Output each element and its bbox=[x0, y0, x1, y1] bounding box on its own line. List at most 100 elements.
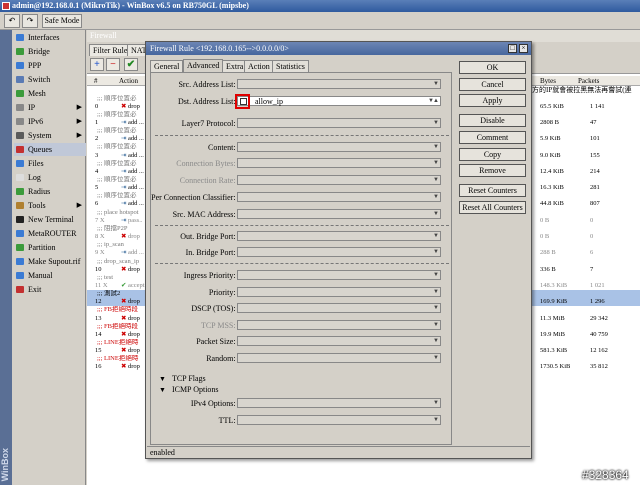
rule-action: drop bbox=[128, 363, 140, 371]
disable-button[interactable]: Disable bbox=[459, 114, 526, 127]
expand-triangle-icon[interactable]: ▼ bbox=[159, 386, 166, 394]
priority-field[interactable]: ▼ bbox=[237, 287, 441, 297]
dropdown-arrow-icon[interactable]: ▼ bbox=[433, 120, 439, 127]
ipv4-options-field[interactable]: ▼ bbox=[237, 398, 441, 408]
dropdown-arrow-icon[interactable]: ▼ bbox=[433, 417, 439, 424]
sidebar-item-partition[interactable]: Partition bbox=[14, 241, 86, 254]
sidebar-item-make-supout-rif[interactable]: Make Supout.rif bbox=[14, 255, 86, 268]
dropdown-arrow-icon[interactable]: ▼ bbox=[433, 249, 439, 256]
dropdown-arrow-icon[interactable]: ▼ bbox=[433, 233, 439, 240]
cancel-button[interactable]: Cancel bbox=[459, 78, 526, 91]
icmp-options-label: ICMP Options bbox=[171, 385, 219, 394]
col-number[interactable]: # bbox=[94, 77, 98, 85]
reset-counters-button[interactable]: Reset Counters bbox=[459, 184, 526, 197]
dropdown-arrow-icon[interactable]: ▼ bbox=[433, 211, 439, 218]
in-bridge-port-field[interactable]: ▼ bbox=[237, 247, 441, 257]
ttl-row: TTL: ▼ bbox=[151, 415, 453, 426]
connection-bytes-field[interactable]: ▼ bbox=[237, 158, 441, 168]
ttl-field[interactable]: ▼ bbox=[237, 415, 441, 425]
rule-packets: 35 812 bbox=[590, 363, 608, 371]
layer7-field[interactable]: ▼ bbox=[237, 118, 441, 128]
out-bridge-port-field[interactable]: ▼ bbox=[237, 231, 441, 241]
collapse-arrow-icon[interactable]: ▲ bbox=[433, 98, 439, 105]
layer7-row: Layer7 Protocol: ▼ bbox=[151, 118, 453, 129]
sidebar-item-radius[interactable]: Radius bbox=[14, 185, 86, 198]
copy-button[interactable]: Copy bbox=[459, 148, 526, 161]
dropdown-arrow-icon[interactable]: ▼ bbox=[433, 322, 439, 329]
add-icon[interactable]: + bbox=[90, 58, 104, 71]
rule-comment: ;;; FB拒絕時段 bbox=[97, 306, 138, 314]
col-action[interactable]: Action bbox=[119, 77, 138, 85]
comment-button[interactable]: Comment bbox=[459, 131, 526, 144]
dst-address-list-field[interactable]: allow_ip ▼ ▲ bbox=[235, 94, 441, 109]
sidebar-item-files[interactable]: Files bbox=[14, 157, 86, 170]
enable-icon[interactable]: ✔ bbox=[124, 58, 138, 71]
close-icon[interactable]: × bbox=[519, 44, 528, 53]
rule-comment: ;;; drop_scan_ip bbox=[97, 257, 140, 265]
apply-button[interactable]: Apply bbox=[459, 94, 526, 107]
sidebar-item-ipv6[interactable]: IPv6 ▶ bbox=[14, 115, 86, 128]
dscp-row: DSCP (TOS): ▼ bbox=[151, 303, 453, 314]
sidebar-item-metarouter[interactable]: MetaROUTER bbox=[14, 227, 86, 240]
icmp-options-section[interactable]: ▼ ICMP Options bbox=[159, 384, 219, 396]
dropdown-arrow-icon[interactable]: ▼ bbox=[433, 81, 439, 88]
dropdown-arrow-icon[interactable]: ▼ bbox=[433, 177, 439, 184]
random-field[interactable]: ▼ bbox=[237, 353, 441, 363]
tab-advanced[interactable]: Advanced bbox=[183, 59, 224, 72]
ipv6-icon bbox=[16, 118, 24, 125]
dscp-field[interactable]: ▼ bbox=[237, 303, 441, 313]
tab-general[interactable]: General bbox=[150, 60, 184, 72]
sidebar-item-system[interactable]: System ▶ bbox=[14, 129, 86, 142]
tcp-mss-field[interactable]: ▼ bbox=[237, 320, 441, 330]
pcc-field[interactable]: ▼ bbox=[237, 192, 441, 202]
expand-triangle-icon[interactable]: ▼ bbox=[159, 375, 166, 383]
dropdown-arrow-icon[interactable]: ▼ bbox=[433, 160, 439, 167]
dropdown-arrow-icon[interactable]: ▼ bbox=[433, 144, 439, 151]
dropdown-arrow-icon[interactable]: ▼ bbox=[433, 289, 439, 296]
remove-icon[interactable]: − bbox=[106, 58, 120, 71]
rule-packets: 0 bbox=[590, 233, 594, 241]
reset-all-counters-button[interactable]: Reset All Counters bbox=[459, 201, 526, 214]
dropdown-arrow-icon[interactable]: ▼ bbox=[433, 272, 439, 279]
connection-rate-field[interactable]: ▼ bbox=[237, 175, 441, 185]
rule-packets: 0 bbox=[590, 216, 594, 224]
rule-number: 8 X bbox=[95, 233, 105, 241]
sidebar-item-exit[interactable]: Exit bbox=[14, 283, 86, 296]
rule-bytes: 0 B bbox=[540, 216, 550, 224]
sidebar-item-mesh[interactable]: Mesh bbox=[14, 87, 86, 100]
rule-packets: 1 021 bbox=[590, 282, 605, 289]
add-to-list-icon: ⇥ bbox=[121, 249, 127, 257]
tab-statistics[interactable]: Statistics bbox=[272, 60, 309, 72]
col-packets[interactable]: Packets bbox=[578, 77, 599, 85]
ingress-priority-field[interactable]: ▼ bbox=[237, 270, 441, 280]
sidebar-item-queues[interactable]: Queues bbox=[14, 143, 86, 156]
tab-action[interactable]: Action bbox=[244, 60, 274, 72]
sidebar-item-ppp[interactable]: PPP bbox=[14, 59, 86, 72]
safe-mode-button[interactable]: Safe Mode bbox=[42, 14, 82, 28]
sidebar-item-new-terminal[interactable]: New Terminal bbox=[14, 213, 86, 226]
src-address-list-field[interactable]: ▼ bbox=[237, 79, 441, 89]
restore-icon[interactable]: □ bbox=[508, 44, 517, 53]
ok-button[interactable]: OK bbox=[459, 61, 526, 74]
dropdown-arrow-icon[interactable]: ▼ bbox=[433, 305, 439, 312]
tcp-mss-row: TCP MSS: ▼ bbox=[151, 320, 453, 331]
sidebar-item-log[interactable]: Log bbox=[14, 171, 86, 184]
dropdown-arrow-icon[interactable]: ▼ bbox=[433, 400, 439, 407]
dropdown-arrow-icon[interactable]: ▼ bbox=[433, 355, 439, 362]
sidebar-item-tools[interactable]: Tools ▶ bbox=[14, 199, 86, 212]
sidebar-item-ip[interactable]: IP ▶ bbox=[14, 101, 86, 114]
sidebar-item-switch[interactable]: Switch bbox=[14, 73, 86, 86]
col-bytes[interactable]: Bytes bbox=[540, 77, 556, 85]
redo-icon[interactable]: ↷ bbox=[22, 14, 38, 28]
dropdown-arrow-icon[interactable]: ▼ bbox=[433, 338, 439, 345]
packet-size-field[interactable]: ▼ bbox=[237, 336, 441, 346]
sidebar-item-manual[interactable]: Manual bbox=[14, 269, 86, 282]
sidebar-item-bridge[interactable]: Bridge bbox=[14, 45, 86, 58]
sidebar-item-interfaces[interactable]: Interfaces bbox=[14, 31, 86, 44]
tcp-flags-label: TCP Flags bbox=[171, 374, 206, 383]
dropdown-arrow-icon[interactable]: ▼ bbox=[433, 194, 439, 201]
src-mac-field[interactable]: ▼ bbox=[237, 209, 441, 219]
remove-button[interactable]: Remove bbox=[459, 164, 526, 177]
content-field[interactable]: ▼ bbox=[237, 142, 441, 152]
undo-icon[interactable]: ↶ bbox=[4, 14, 20, 28]
